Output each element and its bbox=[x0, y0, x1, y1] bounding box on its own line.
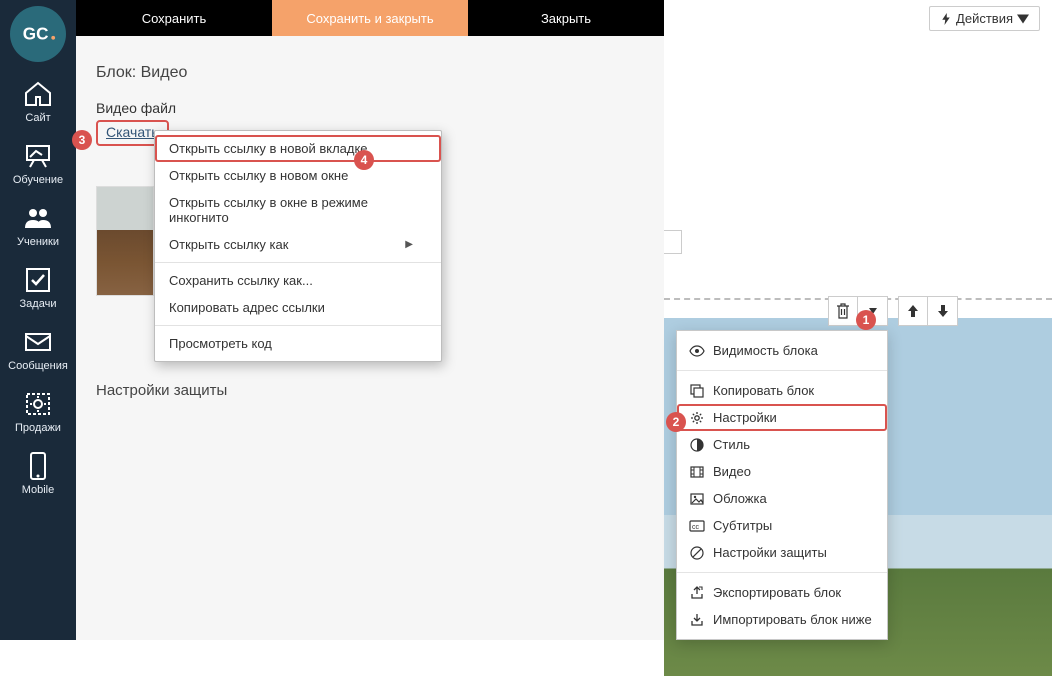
shield-icon bbox=[689, 546, 705, 560]
annotation-badge-3: 3 bbox=[72, 130, 92, 150]
gear-icon bbox=[689, 411, 705, 425]
sidebar-item-students[interactable]: Ученики bbox=[0, 194, 76, 256]
link-context-menu: Открыть ссылку в новой вкладке Открыть с… bbox=[154, 130, 442, 362]
svg-text:GC: GC bbox=[23, 25, 49, 44]
arrow-down-icon bbox=[937, 304, 949, 318]
cm-open-new-tab[interactable]: Открыть ссылку в новой вкладке bbox=[155, 135, 441, 162]
sidebar-item-label: Mobile bbox=[22, 484, 54, 496]
actions-label: Действия bbox=[956, 11, 1013, 26]
dd-protection[interactable]: Настройки защиты bbox=[677, 539, 887, 566]
copy-icon bbox=[689, 384, 705, 398]
empty-input-fragment[interactable] bbox=[664, 230, 682, 254]
contrast-icon bbox=[689, 438, 705, 452]
dd-style[interactable]: Стиль bbox=[677, 431, 887, 458]
cc-icon: cc bbox=[689, 520, 705, 532]
annotation-badge-2: 2 bbox=[666, 412, 686, 432]
save-button[interactable]: Сохранить bbox=[76, 0, 272, 36]
logo-text-icon: GC bbox=[19, 15, 57, 53]
import-icon bbox=[689, 613, 705, 627]
dd-settings[interactable]: Настройки bbox=[677, 404, 887, 431]
cm-separator bbox=[155, 325, 441, 326]
move-down-button[interactable] bbox=[928, 296, 958, 326]
arrow-up-icon bbox=[907, 304, 919, 318]
editor-toolbar: Сохранить Сохранить и закрыть Закрыть bbox=[76, 0, 664, 36]
sidebar: GC Сайт Обучение Ученики Задачи Сообщени… bbox=[0, 0, 76, 640]
video-file-label: Видео файл bbox=[96, 100, 644, 116]
phone-icon bbox=[28, 452, 48, 480]
gear-box-icon bbox=[24, 390, 52, 418]
svg-text:cc: cc bbox=[692, 524, 700, 531]
film-icon bbox=[689, 466, 705, 478]
lightning-icon bbox=[940, 13, 952, 25]
caret-down-icon bbox=[1017, 13, 1029, 25]
cm-inspect[interactable]: Просмотреть код bbox=[155, 330, 441, 357]
close-button[interactable]: Закрыть bbox=[468, 0, 664, 36]
sidebar-item-site[interactable]: Сайт bbox=[0, 70, 76, 132]
sidebar-item-sales[interactable]: Продажи bbox=[0, 380, 76, 442]
dd-subtitles[interactable]: cc Субтитры bbox=[677, 512, 887, 539]
block-settings-dropdown: Видимость блока Копировать блок Настройк… bbox=[676, 330, 888, 640]
mail-icon bbox=[24, 328, 52, 356]
sidebar-item-label: Продажи bbox=[15, 422, 61, 434]
check-icon bbox=[25, 266, 51, 294]
delete-block-button[interactable] bbox=[828, 296, 858, 326]
protection-settings-heading: Настройки защиты bbox=[96, 382, 644, 399]
cm-separator bbox=[155, 262, 441, 263]
dd-visibility[interactable]: Видимость блока bbox=[677, 337, 887, 364]
sidebar-item-learning[interactable]: Обучение bbox=[0, 132, 76, 194]
cm-open-as[interactable]: Открыть ссылку как▶ bbox=[155, 231, 441, 258]
dd-video[interactable]: Видео bbox=[677, 458, 887, 485]
users-icon bbox=[23, 204, 53, 232]
sidebar-item-tasks[interactable]: Задачи bbox=[0, 256, 76, 318]
house-icon bbox=[23, 80, 53, 108]
actions-button[interactable]: Действия bbox=[929, 6, 1040, 31]
sidebar-item-label: Задачи bbox=[20, 298, 57, 310]
sidebar-item-messages[interactable]: Сообщения bbox=[0, 318, 76, 380]
save-and-close-button[interactable]: Сохранить и закрыть bbox=[272, 0, 468, 36]
download-link[interactable]: Скачать bbox=[106, 124, 159, 140]
eye-icon bbox=[689, 345, 705, 357]
board-icon bbox=[24, 142, 52, 170]
sidebar-item-mobile[interactable]: Mobile bbox=[0, 442, 76, 504]
annotation-badge-1: 1 bbox=[856, 310, 876, 330]
block-move-controls bbox=[898, 296, 958, 326]
cm-open-incognito[interactable]: Открыть ссылку в окне в режиме инкогнито bbox=[155, 189, 441, 231]
dd-cover[interactable]: Обложка bbox=[677, 485, 887, 512]
sidebar-item-label: Ученики bbox=[17, 236, 59, 248]
cm-copy-link[interactable]: Копировать адрес ссылки bbox=[155, 294, 441, 321]
dd-export[interactable]: Экспортировать блок bbox=[677, 579, 887, 606]
trash-icon bbox=[836, 303, 850, 319]
export-icon bbox=[689, 586, 705, 600]
cm-save-link-as[interactable]: Сохранить ссылку как... bbox=[155, 267, 441, 294]
sidebar-item-label: Обучение bbox=[13, 174, 63, 186]
annotation-badge-4: 4 bbox=[354, 150, 374, 170]
sidebar-item-label: Сообщения bbox=[8, 360, 68, 372]
chevron-right-icon: ▶ bbox=[405, 239, 413, 250]
logo[interactable]: GC bbox=[10, 6, 66, 62]
image-icon bbox=[689, 493, 705, 505]
video-thumbnail[interactable] bbox=[96, 186, 154, 296]
dd-import-below[interactable]: Импортировать блок ниже bbox=[677, 606, 887, 633]
sidebar-item-label: Сайт bbox=[25, 112, 50, 124]
block-title: Блок: Видео bbox=[96, 64, 644, 82]
cm-open-new-window[interactable]: Открыть ссылку в новом окне bbox=[155, 162, 441, 189]
move-up-button[interactable] bbox=[898, 296, 928, 326]
dd-copy-block[interactable]: Копировать блок bbox=[677, 377, 887, 404]
